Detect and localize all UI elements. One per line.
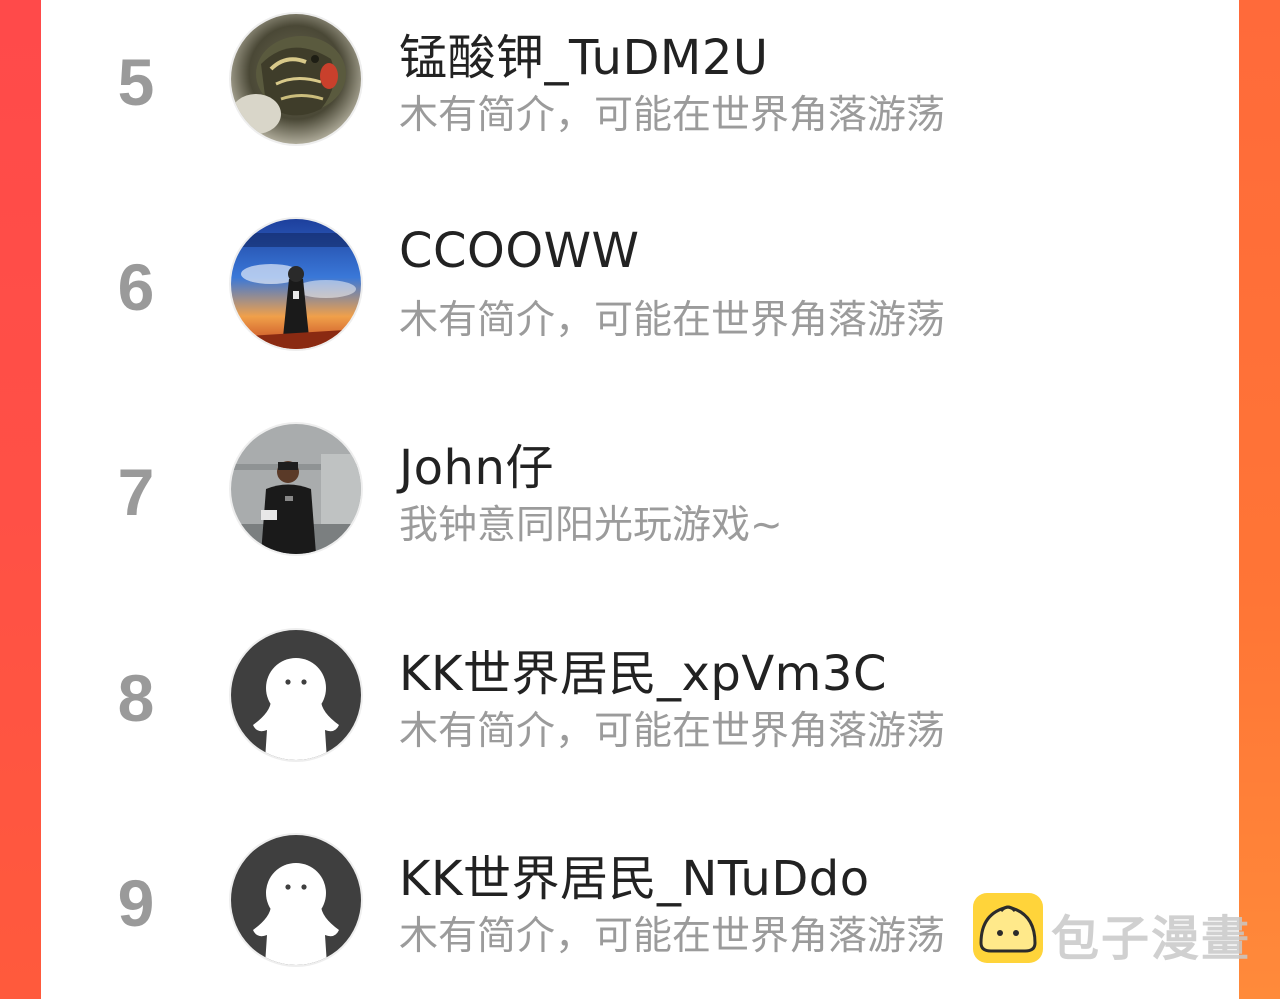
user-avatar[interactable] — [231, 14, 361, 144]
ranking-row[interactable]: 5 锰酸钾_TuDM2U 木有简介，可能在世界角落游荡 — [41, 14, 1239, 164]
rank-number: 9 — [117, 866, 155, 940]
default-ghost-avatar-icon — [231, 835, 361, 965]
right-orange-border — [1239, 0, 1280, 999]
user-name[interactable]: KK世界居民_NTuDdo — [399, 839, 870, 909]
user-bio: 木有简介，可能在世界角落游荡 — [399, 709, 946, 754]
user-avatar[interactable] — [231, 219, 361, 349]
left-orange-border — [0, 0, 41, 999]
user-name[interactable]: John仔 — [399, 428, 554, 498]
person-photo-avatar-icon — [231, 424, 361, 554]
default-ghost-avatar-icon — [231, 630, 361, 760]
ranking-row[interactable]: 6 CCOOWW 木有简介，可能在世界角落游荡 — [41, 219, 1239, 369]
ranking-list: 5 锰酸钾_TuDM2U 木有简介，可能在世界角落游荡 6 CCOOWW 木有简… — [41, 0, 1239, 999]
rank-number: 5 — [117, 45, 155, 119]
user-avatar[interactable] — [231, 424, 361, 554]
ranking-row[interactable]: 7 John仔 我钟意同阳光玩游戏~ — [41, 424, 1239, 574]
rank-number: 7 — [117, 455, 155, 529]
user-avatar[interactable] — [231, 835, 361, 965]
user-bio: 木有简介，可能在世界角落游荡 — [399, 914, 946, 959]
watermark-text: 包子漫畫 — [1051, 911, 1252, 967]
user-bio: 木有简介，可能在世界角落游荡 — [399, 298, 946, 343]
bun-logo-icon — [973, 893, 1043, 963]
ranking-row[interactable]: 8 KK世界居民_xpVm3C 木有简介，可能在世界角落游荡 — [41, 630, 1239, 780]
user-name[interactable]: KK世界居民_xpVm3C — [399, 634, 887, 704]
user-bio: 我钟意同阳光玩游戏~ — [399, 503, 783, 548]
user-avatar[interactable] — [231, 630, 361, 760]
turtle-photo-avatar-icon — [231, 14, 361, 144]
anime-sky-avatar-icon — [231, 219, 361, 349]
user-bio: 木有简介，可能在世界角落游荡 — [399, 93, 946, 138]
user-name[interactable]: 锰酸钾_TuDM2U — [399, 18, 769, 88]
rank-number: 8 — [117, 661, 155, 735]
user-name[interactable]: CCOOWW — [399, 223, 640, 279]
rank-number: 6 — [117, 250, 155, 324]
